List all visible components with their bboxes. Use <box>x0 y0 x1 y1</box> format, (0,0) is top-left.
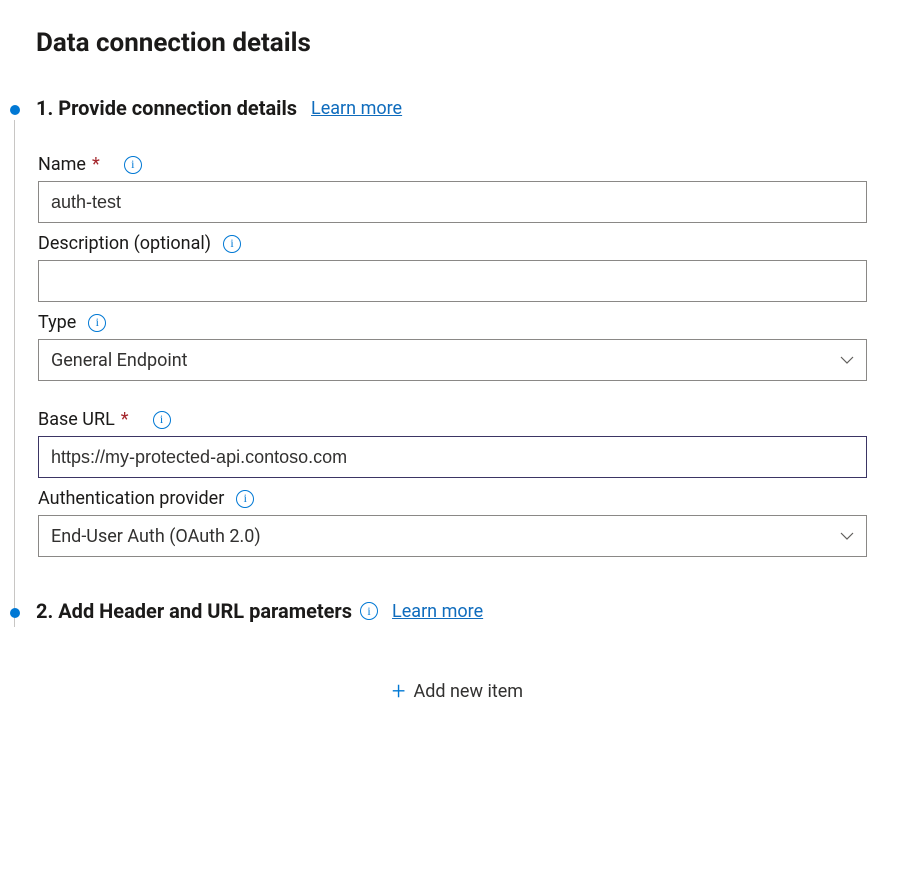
base-url-required-asterisk: * <box>121 409 129 430</box>
type-select[interactable]: General Endpoint <box>38 339 867 381</box>
base-url-label: Base URL <box>38 409 115 430</box>
description-label: Description (optional) <box>38 233 211 254</box>
info-icon[interactable]: i <box>360 602 378 620</box>
description-input[interactable] <box>38 260 867 302</box>
page-title: Data connection details <box>36 28 879 58</box>
type-label: Type <box>38 312 76 333</box>
info-icon[interactable]: i <box>236 490 254 508</box>
field-auth-provider: Authentication provider i End-User Auth … <box>38 488 867 557</box>
learn-more-link-step1[interactable]: Learn more <box>311 98 402 119</box>
step-add-header-url-params: 2. Add Header and URL parameters i Learn… <box>14 599 879 703</box>
step1-title: 1. Provide connection details <box>36 96 297 120</box>
field-description: Description (optional) i <box>38 233 867 302</box>
name-label: Name <box>38 154 86 175</box>
name-required-asterisk: * <box>92 154 100 175</box>
auth-provider-select[interactable]: End-User Auth (OAuth 2.0) <box>38 515 867 557</box>
learn-more-link-step2[interactable]: Learn more <box>392 601 483 622</box>
step2-title: 2. Add Header and URL parameters <box>36 599 352 623</box>
info-icon[interactable]: i <box>124 156 142 174</box>
chevron-down-icon <box>840 529 854 543</box>
step-provide-connection-details: 1. Provide connection details Learn more… <box>14 96 879 599</box>
plus-icon: + <box>392 679 406 703</box>
info-icon[interactable]: i <box>88 314 106 332</box>
field-type: Type i General Endpoint <box>38 312 867 381</box>
info-icon[interactable]: i <box>153 411 171 429</box>
field-base-url: Base URL * i <box>38 409 867 478</box>
type-select-value: General Endpoint <box>51 350 188 371</box>
field-name: Name * i <box>38 154 867 223</box>
add-new-item-button[interactable]: + Add new item <box>36 679 879 703</box>
auth-provider-label: Authentication provider <box>38 488 224 509</box>
base-url-input[interactable] <box>38 436 867 478</box>
chevron-down-icon <box>840 353 854 367</box>
auth-provider-select-value: End-User Auth (OAuth 2.0) <box>51 526 261 547</box>
info-icon[interactable]: i <box>223 235 241 253</box>
add-new-item-label: Add new item <box>413 681 523 702</box>
name-input[interactable] <box>38 181 867 223</box>
